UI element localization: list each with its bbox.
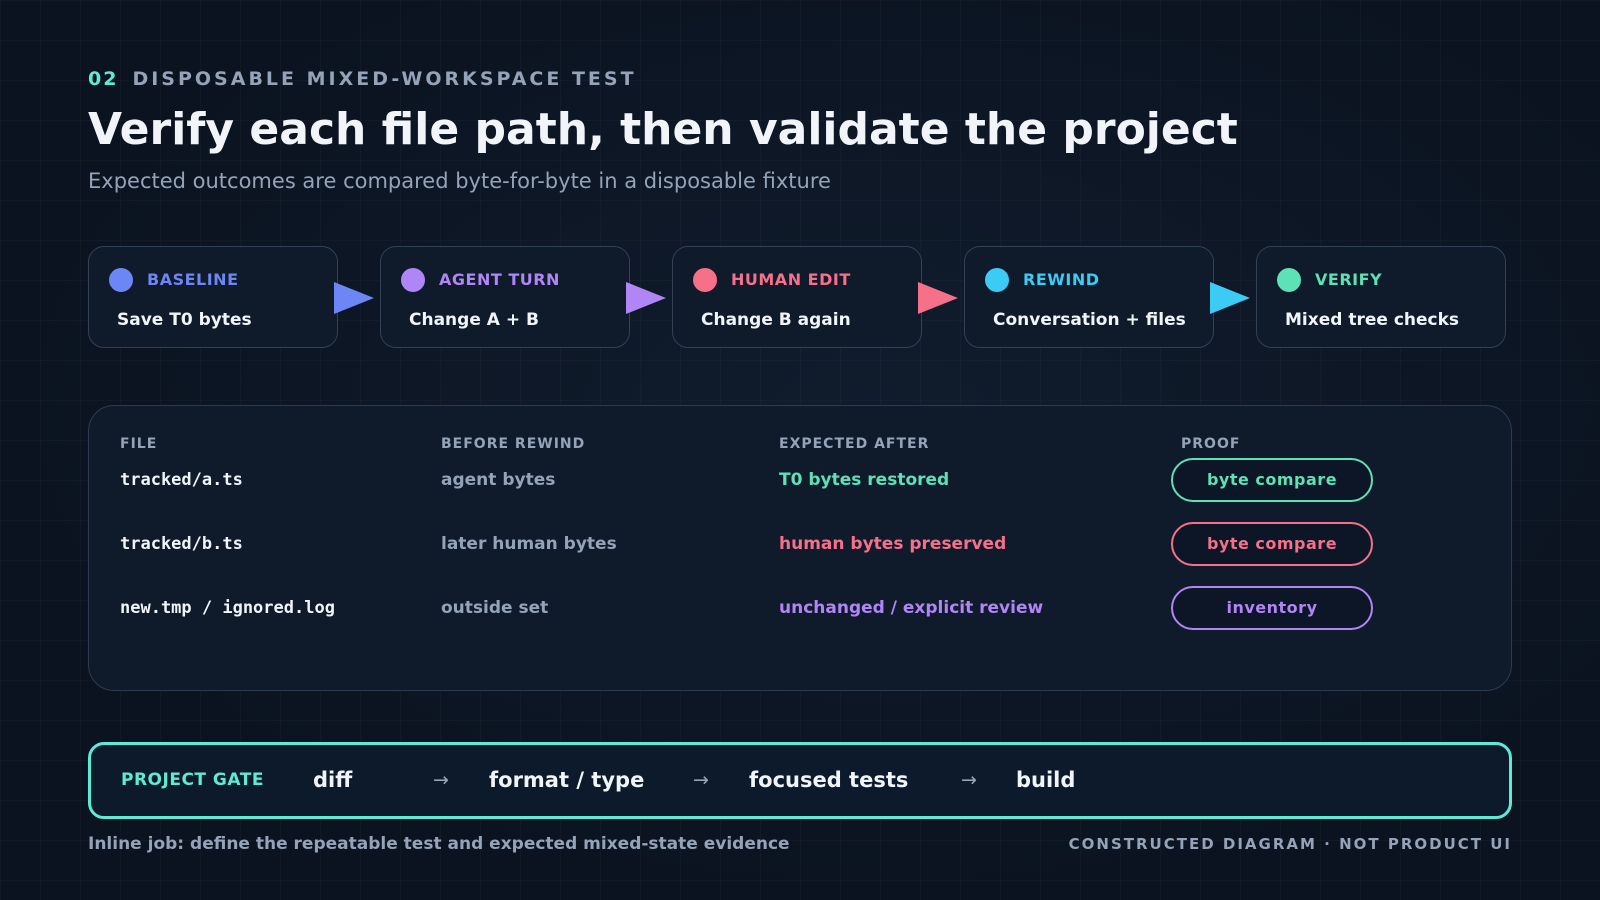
table-row: new.tmp / ignored.log outside set unchan… [89,586,1511,630]
pipeline: BASELINE Save T0 bytes AGENT TURN Change… [88,246,1508,350]
human-edit-dot-icon [693,268,717,292]
gate-step-focused-tests: focused tests [749,768,909,792]
gate-step-diff: diff [313,768,353,792]
section-number: 02 [88,68,119,90]
gate-step-build: build [1016,768,1076,792]
stage-verify: VERIFY Mixed tree checks [1256,246,1506,348]
column-header-before: BEFORE REWIND [441,436,586,452]
stage-label: AGENT TURN [439,270,560,289]
expected-after: T0 bytes restored [779,470,950,490]
before-state: outside set [441,598,549,618]
file-path: tracked/a.ts [120,470,243,490]
before-state: later human bytes [441,534,617,554]
column-header-file: FILE [120,436,158,452]
stage-action: Conversation + files [993,310,1186,330]
expected-after: human bytes preserved [779,534,1007,554]
arrow-right-icon: → [693,769,709,791]
header: 02 DISPOSABLE MIXED-WORKSPACE TEST Verify… [88,66,1508,193]
proof-badge: byte compare [1171,522,1373,566]
stage-action: Mixed tree checks [1285,310,1460,330]
arrow-right-icon: → [961,769,977,791]
file-path: new.tmp / ignored.log [120,598,335,618]
stage-human-edit: HUMAN EDIT Change B again [672,246,922,348]
arrow-right-icon [1210,282,1250,314]
gate-step-format-type: format / type [489,768,645,792]
column-header-after: EXPECTED AFTER [779,436,930,452]
stage-label: REWIND [1023,270,1100,289]
section-kicker: 02 DISPOSABLE MIXED-WORKSPACE TEST [88,66,1508,92]
stage-agent-turn: AGENT TURN Change A + B [380,246,630,348]
arrow-right-icon [334,282,374,314]
table-row: tracked/b.ts later human bytes human byt… [89,522,1511,566]
page-subtitle: Expected outcomes are compared byte-for-… [88,169,831,193]
before-state: agent bytes [441,470,556,490]
file-outcomes-table: FILE BEFORE REWIND EXPECTED AFTER PROOF … [88,405,1512,691]
stage-rewind: REWIND Conversation + files [964,246,1214,348]
stage-baseline: BASELINE Save T0 bytes [88,246,338,348]
column-header-proof: PROOF [1181,436,1241,452]
section-label: DISPOSABLE MIXED-WORKSPACE TEST [132,68,637,90]
page-title: Verify each file path, then validate the… [88,104,1238,155]
baseline-dot-icon [109,268,133,292]
footer-disclaimer: CONSTRUCTED DIAGRAM · NOT PRODUCT UI [1068,835,1512,853]
agent-turn-dot-icon [401,268,425,292]
stage-label: HUMAN EDIT [731,270,851,289]
stage-label: BASELINE [147,270,239,289]
footer-note: Inline job: define the repeatable test a… [88,834,790,854]
project-gate: PROJECT GATE diff → format / type → focu… [88,742,1512,819]
stage-action: Save T0 bytes [117,310,252,330]
file-path: tracked/b.ts [120,534,243,554]
arrow-right-icon [918,282,958,314]
arrow-right-icon: → [433,769,449,791]
gate-label: PROJECT GATE [121,770,264,790]
stage-label: VERIFY [1315,270,1383,289]
arrow-right-icon [626,282,666,314]
rewind-dot-icon [985,268,1009,292]
verify-dot-icon [1277,268,1301,292]
table-row: tracked/a.ts agent bytes T0 bytes restor… [89,458,1511,502]
expected-after: unchanged / explicit review [779,598,1044,618]
proof-badge: inventory [1171,586,1373,630]
stage-action: Change B again [701,310,851,330]
proof-badge: byte compare [1171,458,1373,502]
stage-action: Change A + B [409,310,539,330]
